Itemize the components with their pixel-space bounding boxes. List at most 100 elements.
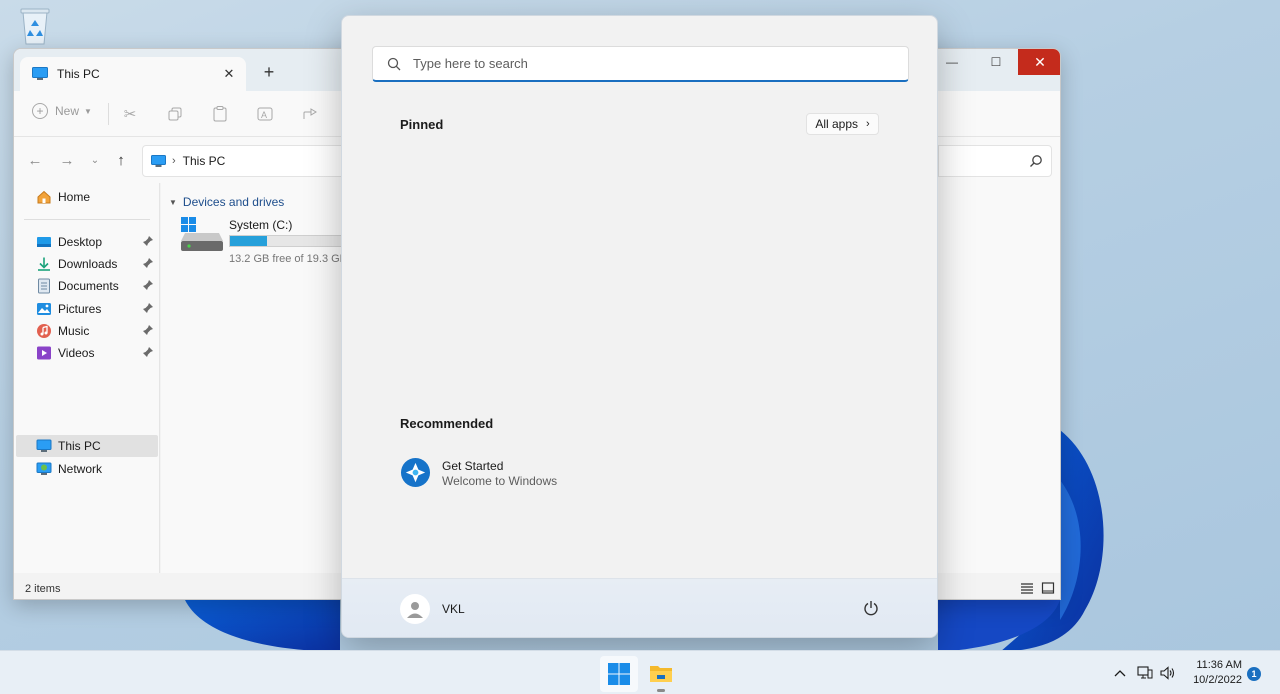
sidebar-item-network[interactable]: Network bbox=[16, 458, 158, 480]
forward-arrow-icon[interactable]: → bbox=[58, 151, 76, 169]
sidebar-item-label: Desktop bbox=[58, 235, 103, 249]
start-footer: VKL bbox=[342, 578, 937, 637]
clock[interactable]: 11:36 AM 10/2/2022 bbox=[1186, 658, 1242, 688]
show-hidden-icons-chevron-icon[interactable] bbox=[1111, 664, 1129, 682]
navigation-pane: Home Desktop Downloads Documents Picture… bbox=[14, 183, 160, 573]
address-bar[interactable]: › This PC bbox=[142, 145, 354, 177]
get-started-icon bbox=[400, 457, 431, 488]
pin-icon bbox=[143, 236, 153, 246]
home-icon bbox=[37, 190, 51, 204]
folder-icon bbox=[650, 666, 672, 682]
recommended-item-subtitle: Welcome to Windows bbox=[442, 474, 558, 488]
hard-drive-icon bbox=[181, 217, 223, 251]
cut-icon[interactable]: ✂ bbox=[120, 104, 140, 124]
notification-badge[interactable]: 1 bbox=[1247, 667, 1261, 681]
sidebar-item-videos[interactable]: Videos bbox=[16, 342, 158, 364]
user-name: VKL bbox=[442, 602, 465, 616]
user-account-button[interactable]: VKL bbox=[400, 594, 465, 624]
pinned-heading: Pinned bbox=[400, 117, 444, 132]
sidebar-item-home[interactable]: Home bbox=[16, 186, 158, 208]
computer-icon bbox=[36, 439, 52, 452]
chevron-down-icon: ▼ bbox=[169, 197, 177, 207]
details-view-icon[interactable] bbox=[1020, 581, 1034, 595]
sidebar-item-label: Videos bbox=[58, 346, 95, 360]
avatar bbox=[400, 594, 430, 624]
drive-usage-fill bbox=[230, 236, 268, 246]
item-count: 2 items bbox=[25, 583, 61, 595]
search-input[interactable] bbox=[413, 56, 873, 71]
devices-and-drives-group[interactable]: ▼ Devices and drives bbox=[169, 195, 284, 209]
sidebar-item-label: Network bbox=[58, 462, 103, 476]
toolbar-divider bbox=[108, 103, 109, 125]
sidebar-item-label: Pictures bbox=[58, 302, 102, 316]
pin-icon bbox=[143, 347, 153, 357]
search-icon bbox=[387, 57, 401, 70]
large-icons-view-icon[interactable] bbox=[1041, 581, 1055, 595]
sidebar-item-documents[interactable]: Documents bbox=[16, 275, 158, 297]
power-icon[interactable] bbox=[862, 599, 880, 617]
tab-this-pc[interactable]: This PC ✕ bbox=[20, 57, 246, 91]
sidebar-divider bbox=[24, 219, 150, 220]
drive-free-space: 13.2 GB free of 19.3 GB bbox=[229, 253, 348, 265]
sidebar-item-label: Downloads bbox=[58, 257, 118, 271]
svg-text:A: A bbox=[261, 110, 267, 120]
pin-icon bbox=[143, 280, 153, 290]
sidebar-item-pictures[interactable]: Pictures bbox=[16, 298, 158, 320]
chevron-down-icon: ▼ bbox=[84, 106, 92, 116]
recommended-item-name: Get Started bbox=[442, 459, 504, 473]
computer-icon bbox=[32, 67, 48, 80]
back-arrow-icon[interactable]: ← bbox=[26, 151, 44, 169]
search-field[interactable] bbox=[938, 145, 1052, 177]
drive-usage-bar bbox=[229, 235, 349, 247]
network-icon bbox=[36, 462, 52, 475]
computer-icon bbox=[151, 154, 166, 167]
running-indicator bbox=[657, 689, 665, 692]
copy-icon[interactable] bbox=[165, 104, 185, 124]
music-folder-icon bbox=[37, 324, 51, 338]
user-icon bbox=[407, 602, 423, 618]
volume-icon[interactable] bbox=[1159, 664, 1177, 682]
close-button[interactable]: ✕ bbox=[1018, 49, 1060, 75]
sidebar-item-desktop[interactable]: Desktop bbox=[16, 231, 158, 253]
group-title: Devices and drives bbox=[182, 195, 285, 209]
windows-logo-icon bbox=[608, 663, 630, 685]
search-icon bbox=[1030, 155, 1042, 167]
all-apps-label: All apps bbox=[815, 117, 859, 131]
drive-name: System (C:) bbox=[229, 218, 293, 232]
chevron-right-icon: › bbox=[172, 155, 176, 167]
pin-icon bbox=[143, 303, 153, 313]
up-arrow-icon[interactable]: ↑ bbox=[112, 151, 130, 169]
chevron-right-icon: › bbox=[866, 118, 870, 130]
start-search-box[interactable] bbox=[372, 46, 909, 82]
rename-icon[interactable]: A bbox=[255, 104, 275, 124]
all-apps-button[interactable]: All apps › bbox=[806, 113, 879, 135]
paste-icon[interactable] bbox=[210, 104, 230, 124]
documents-folder-icon bbox=[38, 278, 50, 294]
sidebar-item-label: Documents bbox=[58, 279, 119, 293]
downloads-folder-icon bbox=[38, 257, 50, 271]
maximize-button[interactable]: ☐ bbox=[974, 49, 1018, 75]
taskbar-file-explorer[interactable] bbox=[642, 656, 680, 692]
share-icon[interactable] bbox=[300, 104, 320, 124]
network-status-icon[interactable] bbox=[1136, 664, 1154, 682]
sidebar-item-label: Home bbox=[58, 190, 91, 204]
close-tab-icon[interactable]: ✕ bbox=[220, 65, 238, 83]
taskbar: 11:36 AM 10/2/2022 1 bbox=[0, 650, 1280, 694]
sidebar-item-downloads[interactable]: Downloads bbox=[16, 253, 158, 275]
recommended-heading: Recommended bbox=[400, 416, 494, 431]
sidebar-item-this-pc[interactable]: This PC bbox=[16, 435, 158, 457]
plus-icon: + bbox=[32, 103, 48, 119]
recommended-item-get-started[interactable]: Get Started Welcome to Windows bbox=[400, 456, 600, 490]
clock-time: 11:36 AM bbox=[1196, 659, 1242, 671]
new-button[interactable]: + New ▼ bbox=[32, 103, 92, 119]
sidebar-item-label: This PC bbox=[58, 439, 101, 453]
new-tab-button[interactable]: + bbox=[258, 61, 280, 83]
recent-locations-chevron-icon[interactable]: ⌄ bbox=[86, 151, 104, 169]
start-button[interactable] bbox=[600, 656, 638, 692]
pictures-folder-icon bbox=[37, 303, 51, 315]
videos-folder-icon bbox=[37, 346, 51, 360]
tab-title: This PC bbox=[57, 67, 100, 81]
sidebar-item-music[interactable]: Music bbox=[16, 320, 158, 342]
pin-icon bbox=[143, 258, 153, 268]
recycle-bin-icon[interactable] bbox=[14, 4, 56, 46]
